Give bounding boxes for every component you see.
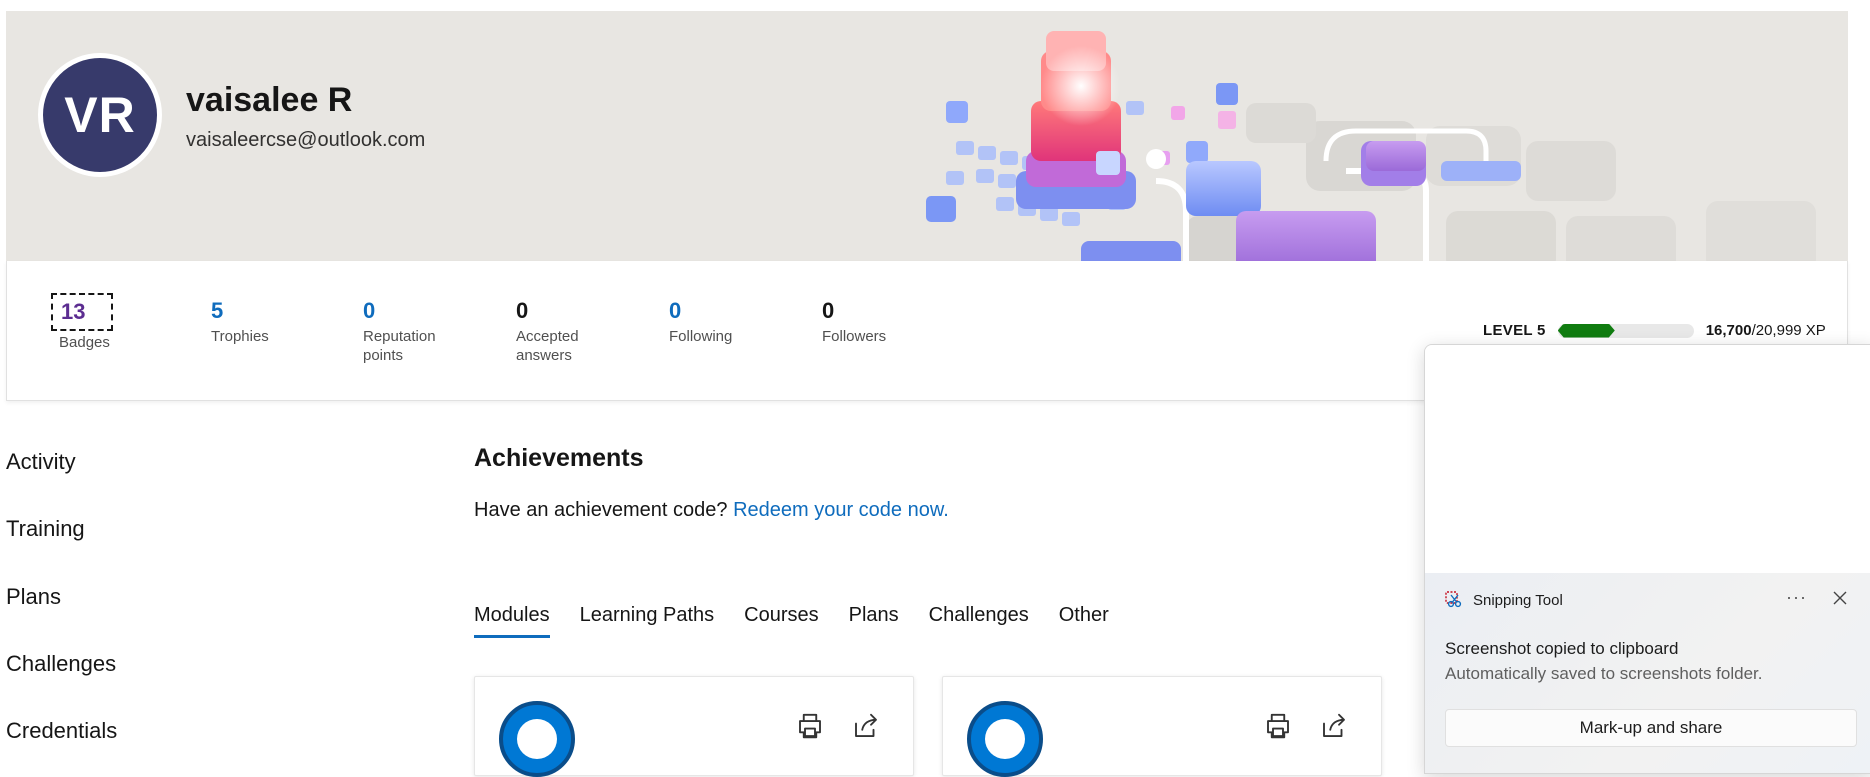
notification-app: Snipping Tool [1445,591,1563,609]
notification-subtitle: Automatically saved to screenshots folde… [1445,664,1763,683]
xp-progress-fill [1558,324,1615,338]
sidebar-item-training[interactable]: Training [6,516,85,542]
notification-app-name: Snipping Tool [1473,591,1563,609]
tab-other[interactable]: Other [1059,604,1109,638]
sidebar-item-plans[interactable]: Plans [6,584,61,610]
snipping-tool-icon [1445,591,1462,608]
module-badge-icon [499,701,575,777]
profile-banner: VR vaisalee R vaisaleercse@outlook.com [6,11,1848,261]
stat-trophies-value[interactable]: 5 [211,297,331,325]
xp-text: 16,700/20,999 XP [1706,322,1826,339]
notification-title: Screenshot copied to clipboard [1445,639,1679,658]
share-icon[interactable] [1319,711,1349,741]
achievements-heading: Achievements [474,444,644,472]
stat-followers-label: Followers [822,328,887,345]
tab-modules[interactable]: Modules [474,604,550,638]
stat-accepted-answers: 0 Accepted answers [516,297,596,365]
stat-followers: 0 Followers [822,297,942,346]
achievement-code-text: Have an achievement code? [474,499,728,521]
print-icon[interactable] [1263,711,1293,741]
stat-badges-label: Badges [59,334,110,351]
sidebar-item-credentials[interactable]: Credentials [6,718,117,744]
stat-followers-value: 0 [822,298,835,323]
notification-body: Snipping Tool ··· Screenshot copied to c… [1425,573,1870,773]
markup-and-share-button[interactable]: Mark-up and share [1445,709,1857,747]
banner-illustration [926,31,1816,261]
level-label: LEVEL 5 [1483,322,1546,339]
stat-badges-value[interactable]: 13 [51,293,113,331]
achievement-code-prompt: Have an achievement code? Redeem your co… [474,499,949,522]
close-icon[interactable] [1831,589,1849,607]
sidebar-item-challenges[interactable]: Challenges [6,651,116,677]
print-icon[interactable] [795,711,825,741]
stat-reputation-label: Reputation points [363,328,436,364]
stat-accepted-answers-value: 0 [516,298,529,323]
screenshot-preview[interactable] [1425,345,1870,573]
more-options-icon[interactable]: ··· [1786,587,1807,608]
xp-total: /20,999 XP [1751,322,1826,339]
stat-reputation[interactable]: 0 Reputation points [363,297,453,365]
share-icon[interactable] [851,711,881,741]
tab-challenges[interactable]: Challenges [929,604,1029,638]
xp-progress-bar [1557,323,1694,338]
tab-learning-paths[interactable]: Learning Paths [580,604,715,638]
avatar-initials: VR [64,87,136,143]
tab-plans[interactable]: Plans [849,604,899,638]
stat-badges[interactable]: 13 Badges [51,293,171,352]
snipping-tool-notification[interactable]: Snipping Tool ··· Screenshot copied to c… [1424,344,1870,774]
sidebar-item-activity[interactable]: Activity [6,449,76,475]
achievement-card[interactable] [474,676,914,777]
stat-following[interactable]: 0 Following [669,297,789,346]
tab-courses[interactable]: Courses [744,604,818,638]
user-email: vaisaleercse@outlook.com [186,129,426,151]
stat-accepted-answers-label: Accepted answers [516,328,579,364]
stat-trophies[interactable]: 5 Trophies [211,297,331,346]
level-progress: LEVEL 5 16,700/20,999 XP [1483,322,1826,339]
module-badge-icon [967,701,1043,777]
achievement-card[interactable] [942,676,1382,777]
stat-following-value[interactable]: 0 [669,297,789,325]
redeem-code-link[interactable]: Redeem your code now. [733,499,949,521]
stat-reputation-value[interactable]: 0 [363,297,453,325]
user-name: vaisalee R [186,81,353,119]
avatar: VR [38,53,162,177]
achievements-tabs: Modules Learning Paths Courses Plans Cha… [474,604,1139,638]
stat-following-label: Following [669,328,733,345]
stat-trophies-label: Trophies [211,328,269,345]
xp-current: 16,700 [1705,322,1752,339]
